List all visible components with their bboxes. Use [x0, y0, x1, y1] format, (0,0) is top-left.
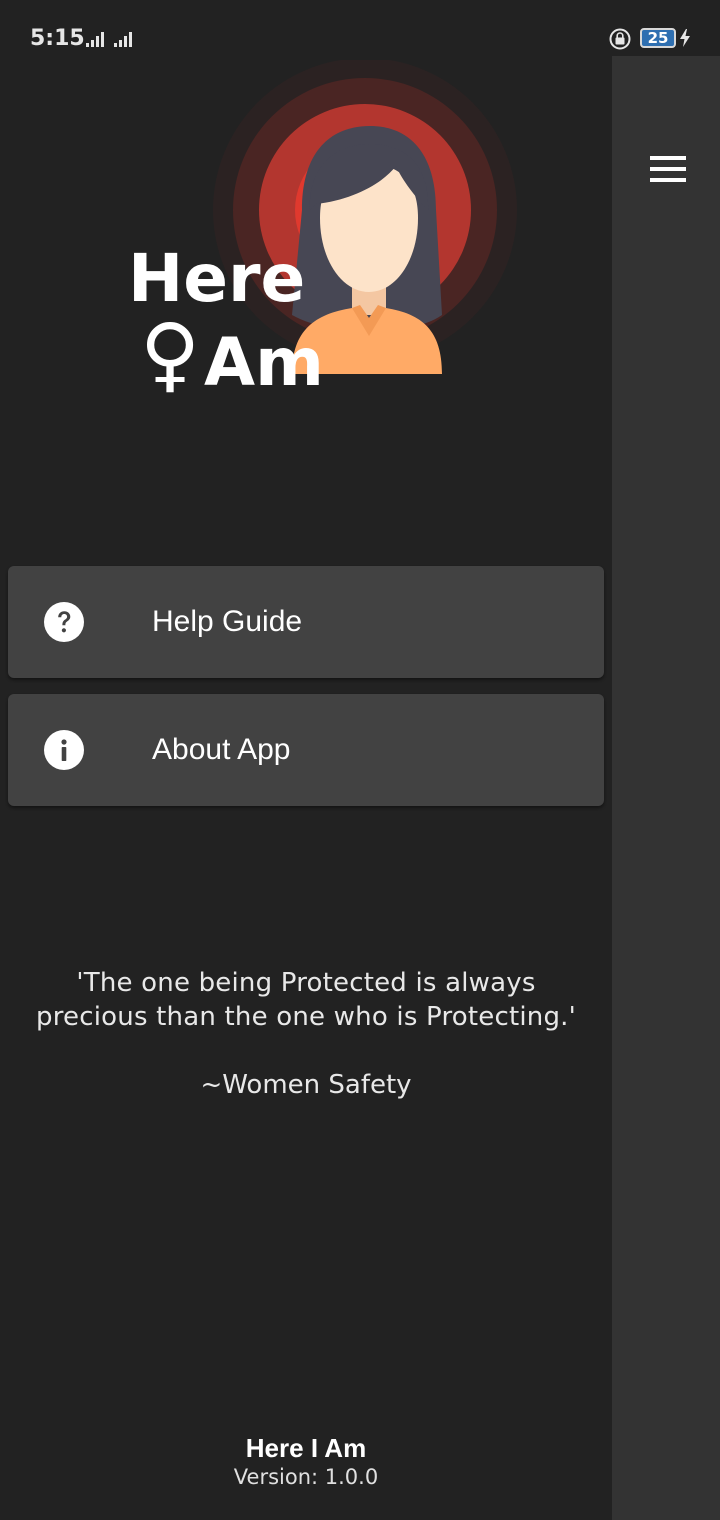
quote-line-1: 'The one being Protected is always: [76, 968, 536, 998]
battery-icon: 25: [640, 28, 676, 48]
quote-line-2: precious than the one who is Protecting.…: [36, 1002, 576, 1032]
status-bar: 5:15 25: [0, 0, 720, 56]
help-guide-label: Help Guide: [152, 605, 303, 638]
logo-text-here: Here: [128, 240, 306, 317]
info-icon: [44, 730, 84, 770]
signal-icon: [114, 32, 132, 47]
signal-icon: [86, 32, 104, 47]
battery-level: 25: [647, 29, 669, 47]
charging-icon: [680, 29, 690, 47]
about-app-button[interactable]: About App: [8, 694, 604, 806]
help-icon: [44, 602, 84, 642]
female-symbol-icon: ♀: [140, 307, 201, 402]
screen-lock-icon: [609, 28, 631, 50]
drawer-scrim[interactable]: [612, 56, 720, 1520]
footer-version: Version: 1.0.0: [233, 1465, 379, 1489]
app-logo: Here ♀ Am: [120, 60, 520, 400]
screen: 5:15 25 Here ♀ Am Help Guide About App '…: [0, 0, 720, 1520]
navigation-drawer: Here ♀ Am Help Guide About App 'The one …: [0, 56, 612, 1520]
hamburger-menu-icon[interactable]: [650, 156, 686, 182]
status-time: 5:15: [30, 26, 85, 51]
about-app-label: About App: [152, 733, 291, 766]
logo-text-am: Am: [204, 324, 324, 401]
safety-quote: 'The one being Protected is always preci…: [0, 966, 612, 1034]
help-guide-button[interactable]: Help Guide: [8, 566, 604, 678]
footer-app-name: Here I Am: [245, 1433, 367, 1463]
quote-author: ~Women Safety: [200, 1070, 412, 1100]
